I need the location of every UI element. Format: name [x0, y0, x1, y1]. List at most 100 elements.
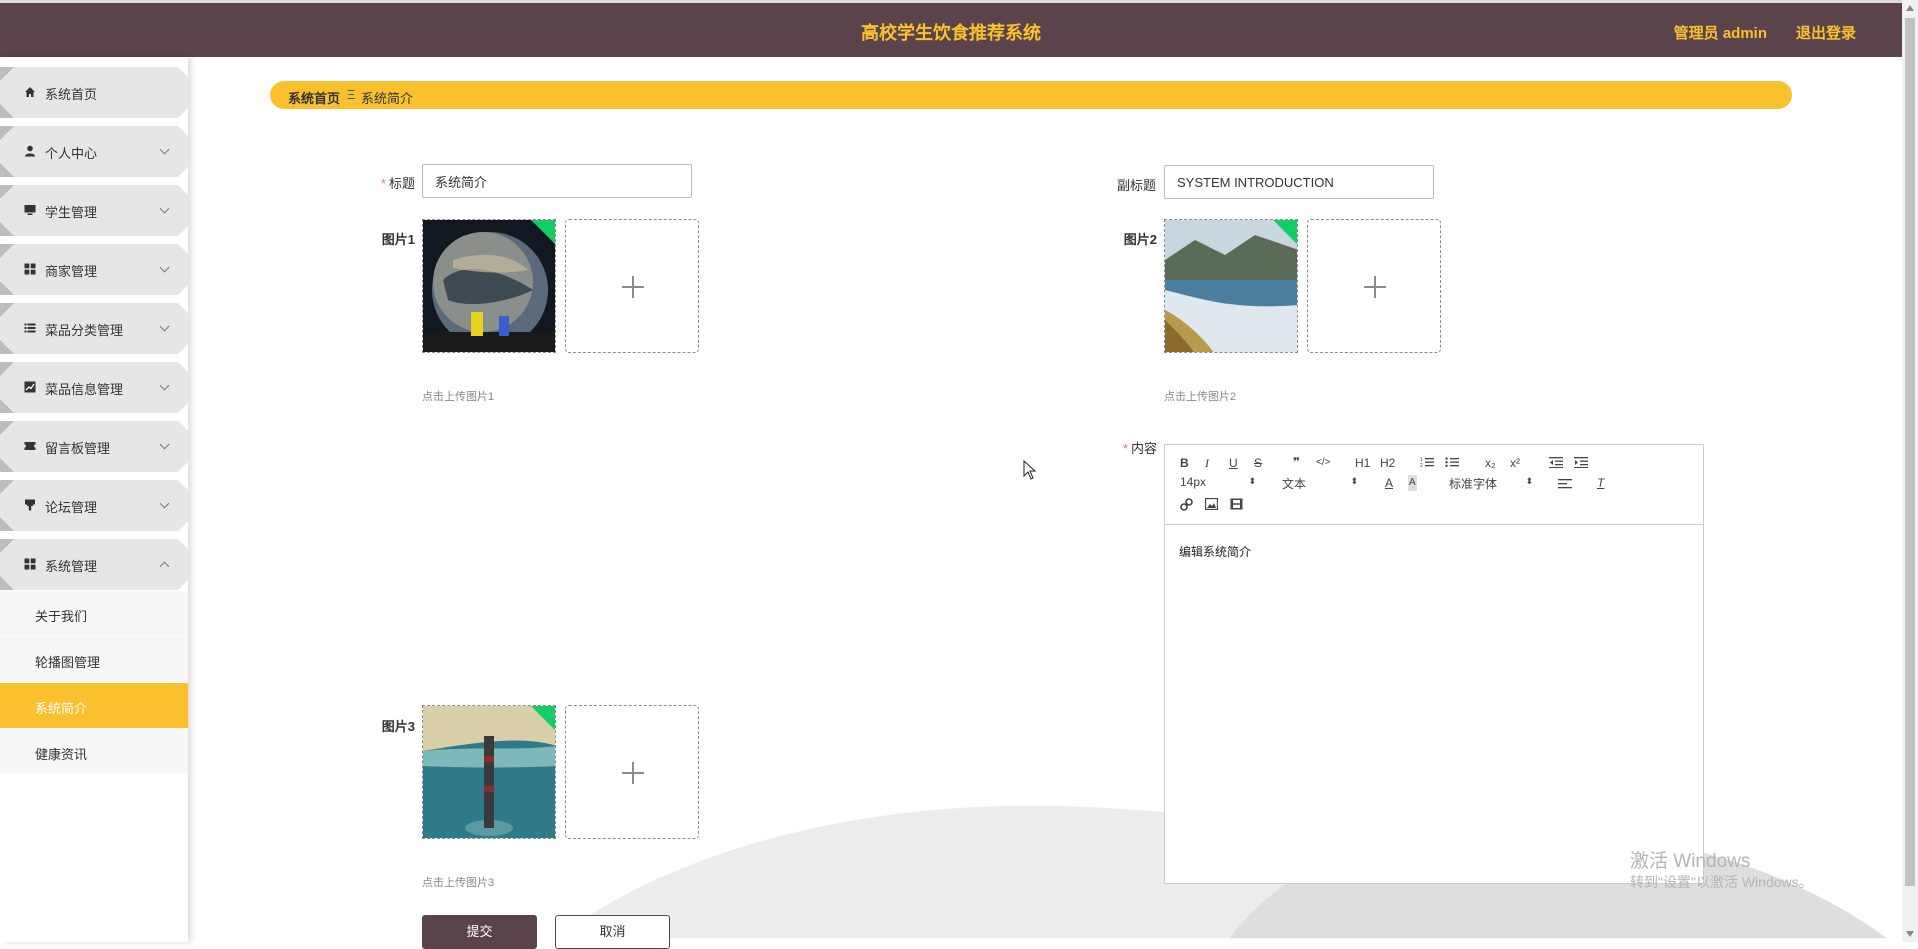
sidebar-item-students[interactable]: 学生管理: [0, 185, 188, 236]
picture2-upload-button[interactable]: [1307, 219, 1441, 353]
font-family-select[interactable]: 标准字体 ⬍: [1449, 475, 1533, 492]
sidebar-item-label: 留言板管理: [45, 441, 111, 456]
sidebar-item-system[interactable]: 系统管理: [0, 539, 188, 590]
clear-format-icon[interactable]: T: [1597, 475, 1604, 491]
video-icon[interactable]: [1230, 498, 1243, 510]
picture2-hint: 点击上传图片2: [1164, 391, 1237, 403]
submenu-item-health-news[interactable]: 健康资讯: [0, 729, 188, 774]
rich-text-editor: B I U S ❞ </> H1 H2 12 x₂ x² 14px ⬍ 文本 ⬍ A…: [1164, 444, 1704, 884]
submenu-item-label: 健康资讯: [35, 747, 88, 762]
select-caret-icon: ⬍: [1248, 476, 1256, 486]
sidebar-item-label: 菜品分类管理: [45, 323, 124, 338]
app-title: 高校学生饮食推荐系统: [861, 23, 1041, 43]
indent-icon[interactable]: [1574, 456, 1588, 468]
picture3-upload-button[interactable]: [565, 705, 699, 839]
image-icon[interactable]: [1205, 498, 1218, 510]
sidebar-item-dish-info[interactable]: 菜品信息管理: [0, 362, 188, 413]
picture3-thumbnail[interactable]: [422, 705, 556, 839]
sidebar-item-home[interactable]: 系统首页: [0, 67, 188, 118]
title-label: * 标题: [380, 176, 415, 191]
title-input[interactable]: [422, 164, 692, 198]
ordered-list-icon[interactable]: 12: [1420, 456, 1434, 468]
select-caret-icon: ⬍: [1525, 476, 1533, 486]
sidebar: 系统首页 个人中心 学生管理 商家管理 菜品分类管理 菜品信息管理 留言板管理 …: [0, 57, 188, 942]
chevron-down-icon: [160, 440, 170, 450]
chevron-down-icon: [160, 322, 170, 332]
sidebar-item-forum[interactable]: 论坛管理: [0, 480, 188, 531]
picture1-label: 图片1: [381, 232, 415, 247]
submenu-item-system-intro[interactable]: 系统简介: [0, 683, 188, 728]
subtitle-input[interactable]: [1164, 165, 1434, 199]
background-color-icon[interactable]: A: [1408, 475, 1417, 491]
sidebar-item-message-board[interactable]: 留言板管理: [0, 421, 188, 472]
editor-toolbar: B I U S ❞ </> H1 H2 12 x₂ x² 14px ⬍ 文本 ⬍ A…: [1165, 445, 1703, 525]
sidebar-item-dish-categories[interactable]: 菜品分类管理: [0, 303, 188, 354]
grid-icon: [24, 558, 36, 570]
sidebar-item-profile[interactable]: 个人中心: [0, 126, 188, 177]
underline-button[interactable]: U: [1229, 455, 1238, 471]
submenu-item-about[interactable]: 关于我们: [0, 591, 188, 636]
blockquote-button[interactable]: ❞: [1293, 454, 1300, 470]
bullet-list-icon[interactable]: [1445, 456, 1459, 468]
scrollbar-thumb[interactable]: [1905, 18, 1915, 886]
subtitle-label: 副标题: [1116, 178, 1156, 193]
chevron-down-icon: [160, 145, 170, 155]
svg-text:2: 2: [1420, 463, 1423, 468]
windows-activation-title: 激活 Windows: [1630, 851, 1751, 872]
submenu-item-carousel[interactable]: 轮播图管理: [0, 637, 188, 682]
chart-icon: [24, 381, 36, 393]
heading2-button[interactable]: H2: [1380, 455, 1395, 471]
heading1-button[interactable]: H1: [1355, 455, 1370, 471]
ticket-icon: [24, 440, 36, 452]
font-size-select[interactable]: 14px ⬍: [1180, 475, 1256, 489]
coast-image: [1165, 220, 1297, 352]
submenu-item-label: 轮播图管理: [35, 655, 101, 670]
picture2-label: 图片2: [1123, 232, 1157, 247]
bold-button[interactable]: B: [1180, 455, 1189, 471]
sidebar-item-label: 学生管理: [45, 205, 98, 220]
mouse-cursor-icon: [1023, 460, 1037, 480]
select-caret-icon: ⬍: [1350, 476, 1358, 486]
submit-button[interactable]: 提交: [422, 915, 537, 949]
link-icon[interactable]: [1180, 498, 1193, 511]
sidebar-item-merchants[interactable]: 商家管理: [0, 244, 188, 295]
picture3-label: 图片3: [381, 719, 415, 734]
scroll-up-arrow-icon[interactable]: [1906, 5, 1914, 11]
logout-link[interactable]: 退出登录: [1796, 22, 1856, 43]
subscript-button[interactable]: x₂: [1485, 455, 1496, 471]
user-icon: [24, 145, 36, 157]
chevron-down-icon: [160, 204, 170, 214]
picture1-thumbnail[interactable]: [422, 219, 556, 353]
home-icon: [24, 86, 36, 98]
picture2-thumbnail[interactable]: [1164, 219, 1298, 353]
picture1-upload-button[interactable]: [565, 219, 699, 353]
italic-button[interactable]: I: [1205, 455, 1209, 471]
content-label: * 内容: [1122, 441, 1157, 456]
sidebar-item-label: 商家管理: [45, 264, 98, 279]
lighthouse-image: [423, 706, 555, 838]
page-scrollbar[interactable]: [1902, 0, 1918, 942]
planet-image: [423, 220, 555, 352]
chevron-down-icon: [160, 263, 170, 273]
scroll-down-arrow-icon[interactable]: [1906, 931, 1914, 937]
strikethrough-button[interactable]: S: [1254, 455, 1262, 471]
align-icon[interactable]: [1558, 478, 1572, 490]
submenu-item-label: 关于我们: [35, 609, 88, 624]
text-color-icon[interactable]: A: [1385, 475, 1393, 491]
breadcrumb-home-link[interactable]: 系统首页: [288, 88, 340, 107]
chevron-up-icon: [160, 562, 170, 572]
breadcrumb-separator-icon: Ξ: [347, 87, 356, 102]
code-block-button[interactable]: </>: [1316, 455, 1330, 471]
sidebar-item-label: 系统管理: [45, 559, 98, 574]
picture1-hint: 点击上传图片1: [422, 391, 495, 403]
superscript-button[interactable]: x²: [1510, 455, 1520, 471]
editor-content[interactable]: 编辑系统简介: [1179, 543, 1251, 560]
header-select[interactable]: 文本 ⬍: [1282, 475, 1358, 492]
grid-icon: [24, 263, 36, 275]
picture3-hint: 点击上传图片3: [422, 877, 495, 889]
cancel-button[interactable]: 取消: [555, 915, 670, 949]
current-user-label: 管理员 admin: [1673, 25, 1767, 42]
sidebar-item-label: 个人中心: [45, 146, 98, 161]
outdent-icon[interactable]: [1549, 456, 1563, 468]
brush-icon: [24, 499, 36, 511]
